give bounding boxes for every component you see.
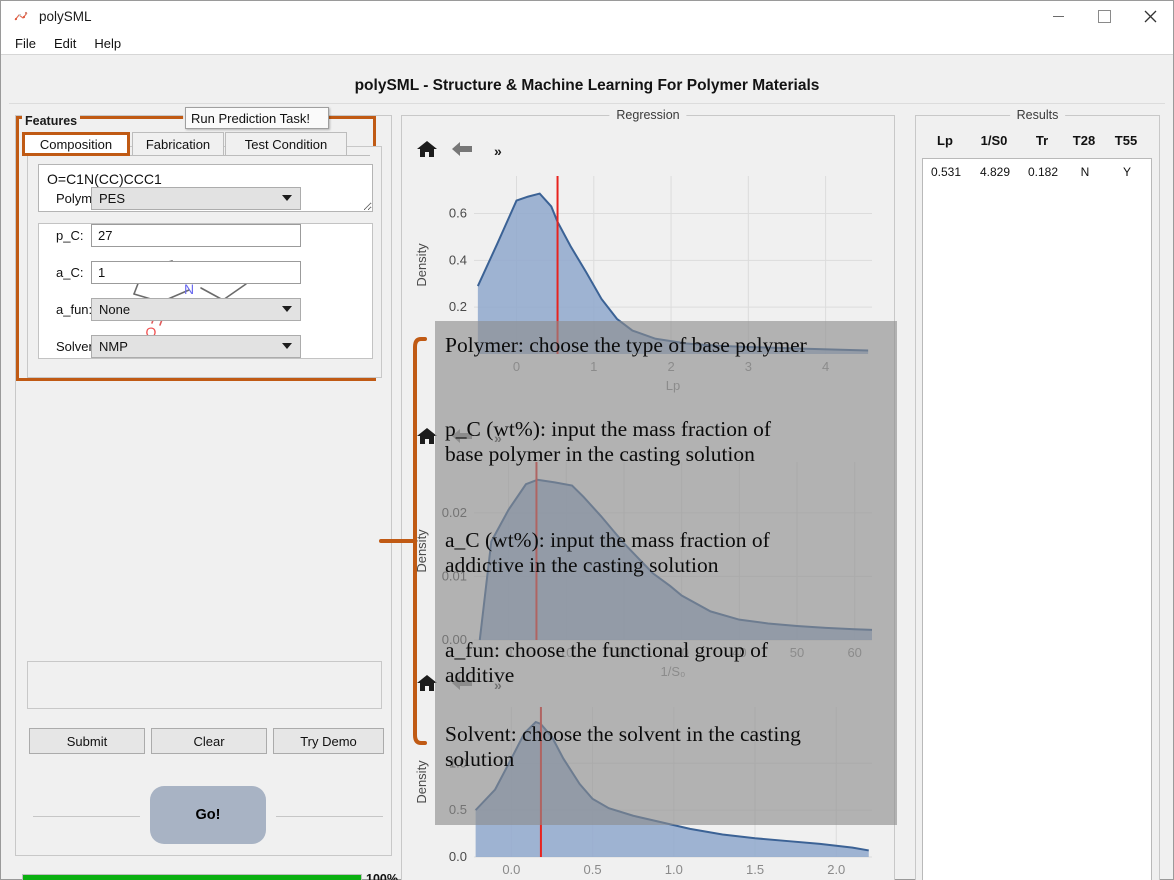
annotation-a-fun-line1: a_fun: choose the functional group of (445, 638, 769, 662)
label-p-c: p_C: (56, 227, 84, 243)
application-window: polySML File Edit Help polySML - Structu… (0, 0, 1174, 880)
svg-text:1.5: 1.5 (746, 862, 764, 877)
annotation-solvent-line1: Solvent: choose the solvent in the casti… (445, 722, 801, 746)
tab-composition[interactable]: Composition (22, 132, 130, 156)
a-fun-select-value: None (99, 301, 131, 317)
field-row-a-c: a_C: (16, 260, 366, 284)
cell-t28: N (1080, 165, 1090, 179)
close-button[interactable] (1127, 1, 1173, 32)
solvent-select-value: NMP (99, 338, 128, 354)
progress-label: 100% (366, 872, 398, 880)
cell-tr: 0.182 (1027, 165, 1059, 179)
annotation-p-c-line1: p_C (wt%): input the mass fraction of (445, 417, 772, 441)
input-panel: Input SMILES O=C1N(CC)CCC1 (15, 107, 398, 880)
svg-text:0.0: 0.0 (502, 862, 520, 877)
maximize-button[interactable] (1081, 1, 1127, 32)
run-prediction-tooltip: Run Prediction Task! (185, 107, 329, 129)
annotation-a-fun-line2: additive (445, 663, 515, 687)
progress-bar (22, 874, 362, 880)
svg-text:Density: Density (414, 243, 429, 287)
page-title: polySML - Structure & Machine Learning F… (354, 77, 820, 94)
label-a-fun: a_fun: (56, 301, 93, 317)
minimize-button[interactable] (1035, 1, 1081, 32)
results-col-t28: T28 (1072, 133, 1096, 148)
back-arrow-icon[interactable] (450, 139, 474, 164)
results-col-lp: Lp (937, 133, 953, 148)
progress-bar-fill (23, 875, 361, 880)
results-col-t55: T55 (1114, 133, 1138, 148)
cell-t55: Y (1122, 165, 1131, 179)
header-divider (9, 103, 1165, 104)
label-a-c: a_C: (56, 264, 84, 280)
svg-text:0.4: 0.4 (449, 252, 467, 267)
window-controls (1035, 1, 1173, 32)
annotation-p-c-line2: base polymer in the casting solution (445, 442, 755, 466)
annotation-polymer: Polymer: choose the type of base polymer (445, 333, 807, 357)
app-logo-icon (13, 9, 29, 25)
label-solvent: Solvent: (56, 338, 103, 354)
chevron-double-right-icon[interactable]: » (494, 143, 502, 159)
tab-fabrication[interactable]: Fabrication (132, 132, 224, 156)
home-icon[interactable] (416, 139, 438, 164)
regression-panel-legend: Regression (609, 108, 687, 122)
cell-lp: 0.531 (930, 165, 962, 179)
field-row-p-c: p_C: (16, 223, 366, 247)
try-demo-button[interactable]: Try Demo (273, 728, 384, 754)
polymer-select[interactable]: PES (91, 186, 301, 210)
svg-text:1.0: 1.0 (665, 862, 683, 877)
menu-bar: File Edit Help (1, 32, 1173, 55)
menu-item-file[interactable]: File (6, 34, 45, 53)
results-col-inv-s0: 1/S0 (980, 133, 1008, 148)
menu-item-help[interactable]: Help (85, 34, 130, 53)
field-row-a-fun: a_fun: None (16, 297, 366, 321)
chevron-down-icon (282, 195, 292, 201)
features-tabstrip: Composition Fabrication Test Condition (22, 132, 370, 156)
svg-text:2.0: 2.0 (827, 862, 845, 877)
solvent-select[interactable]: NMP (91, 334, 301, 358)
lower-subgroup (27, 661, 382, 709)
action-button-row: Submit Clear Try Demo (29, 728, 384, 754)
field-row-solvent: Solvent: NMP (16, 334, 366, 358)
label-polymer: Polymer: (56, 190, 108, 206)
results-col-tr: Tr (1035, 133, 1049, 148)
field-row-polymer: Polymer: PES (16, 186, 366, 210)
main-content: polySML - Structure & Machine Learning F… (1, 55, 1173, 880)
polymer-select-value: PES (99, 190, 126, 206)
annotation-a-c-line1: a_C (wt%): input the mass fraction of (445, 528, 770, 552)
progress-area: 100% (22, 872, 398, 880)
chevron-down-icon (282, 306, 292, 312)
chevron-down-icon (282, 343, 292, 349)
svg-text:0.2: 0.2 (449, 299, 467, 314)
a-c-input[interactable] (91, 260, 301, 284)
p-c-input[interactable] (91, 223, 301, 247)
menu-item-edit[interactable]: Edit (45, 34, 85, 53)
svg-text:0.0: 0.0 (449, 849, 467, 864)
svg-text:0.5: 0.5 (584, 862, 602, 877)
annotation-overlay: Polymer: choose the type of base polymer… (435, 321, 897, 825)
go-divider-left (33, 816, 140, 817)
svg-text:0.6: 0.6 (449, 205, 467, 220)
results-panel-legend: Results (1009, 108, 1066, 122)
results-table[interactable]: 0.531 4.829 0.182 N Y (922, 158, 1152, 880)
cell-inv-s0: 4.829 (979, 165, 1011, 179)
submit-button[interactable]: Submit (29, 728, 145, 754)
go-divider-right (276, 816, 383, 817)
svg-text:Density: Density (414, 760, 429, 804)
annotation-a-c-line2: addictive in the casting solution (445, 553, 719, 577)
results-header-row: Lp 1/S0 Tr T28 T55 (916, 133, 1159, 155)
clear-button[interactable]: Clear (151, 728, 267, 754)
a-fun-select[interactable]: None (91, 297, 301, 321)
tab-test-condition[interactable]: Test Condition (225, 132, 347, 156)
title-bar: polySML (1, 1, 1173, 32)
annotation-solvent-line2: solution (445, 747, 515, 771)
features-legend: Features (22, 114, 81, 128)
go-button[interactable]: Go! (150, 786, 266, 844)
results-panel: Results Lp 1/S0 Tr T28 T55 0.531 4.829 0… (915, 108, 1160, 880)
annotation-bracket (379, 337, 427, 745)
window-title: polySML (39, 9, 92, 24)
